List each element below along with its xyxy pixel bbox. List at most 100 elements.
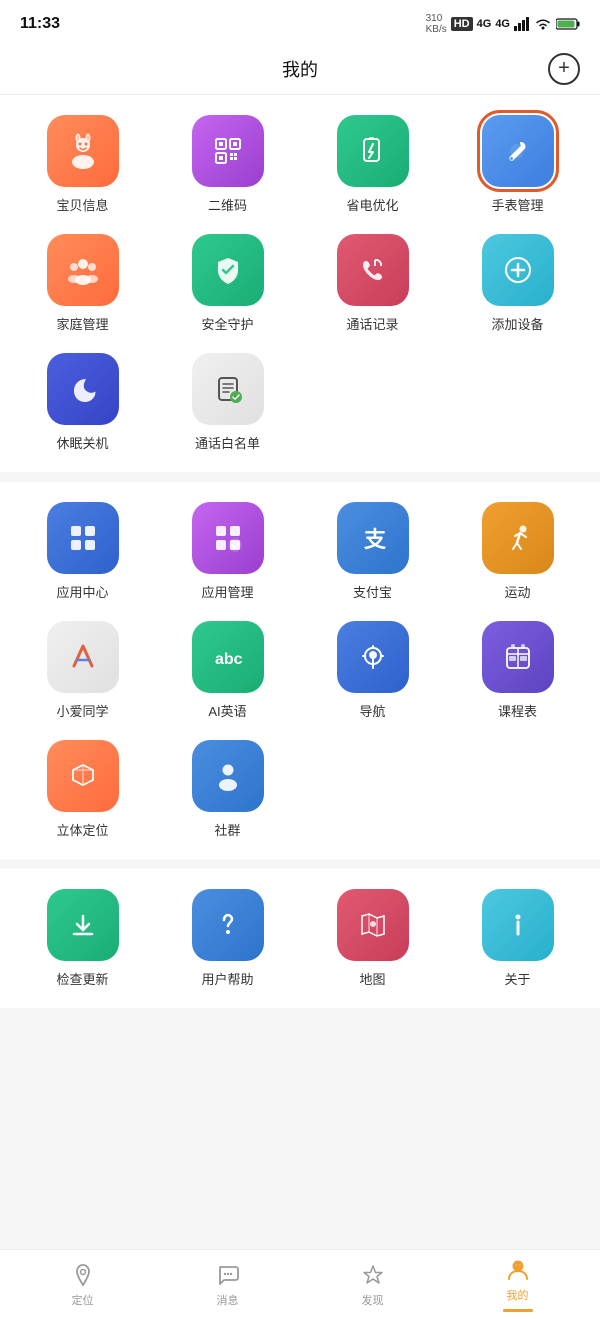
app-baby-info[interactable]: 宝贝信息 [15, 115, 150, 214]
icon-call-record [337, 234, 409, 306]
label-map: 地图 [359, 969, 385, 988]
label-location3d: 立体定位 [56, 820, 108, 839]
nav-message[interactable]: 消息 [155, 1262, 300, 1308]
app-family-manage[interactable]: 家庭管理 [15, 234, 150, 333]
label-alipay: 支付宝 [353, 582, 392, 601]
4g-icon1: 4G [477, 18, 492, 30]
app-user-help[interactable]: 用户帮助 [160, 889, 295, 988]
app-safe-guard[interactable]: 安全守护 [160, 234, 295, 333]
app-about[interactable]: 关于 [450, 889, 585, 988]
app-location3d[interactable]: 立体定位 [15, 740, 150, 839]
label-user-help: 用户帮助 [201, 969, 253, 988]
app-grid-3: 检查更新 用户帮助 [15, 889, 585, 988]
app-battery-save[interactable]: 省电优化 [305, 115, 440, 214]
label-call-whitelist: 通话白名单 [195, 433, 260, 452]
label-baby-info: 宝贝信息 [56, 195, 108, 214]
section-3: 检查更新 用户帮助 [0, 869, 600, 1008]
app-sport[interactable]: 运动 [450, 502, 585, 601]
page-header: 我的 + [0, 44, 600, 95]
status-time: 11:33 [20, 15, 60, 33]
label-xiaoi: 小爱同学 [56, 701, 108, 720]
hd-icon: HD [451, 17, 473, 31]
battery-icon [556, 17, 580, 31]
app-community[interactable]: 社群 [160, 740, 295, 839]
plus-icon: + [558, 58, 570, 78]
label-ai-english: AI英语 [208, 701, 246, 720]
nav-location[interactable]: 定位 [10, 1262, 155, 1308]
app-schedule[interactable]: 课程表 [450, 621, 585, 720]
app-grid-2: 应用中心 应用管理 [15, 502, 585, 839]
status-icons: 310KB/s HD 4G 4G [426, 13, 580, 35]
signal-icon [514, 17, 530, 31]
label-about: 关于 [504, 969, 530, 988]
icon-community [192, 740, 264, 812]
network-speed: 310KB/s [426, 13, 447, 35]
icon-app-manage [192, 502, 264, 574]
nav-discover[interactable]: 发现 [300, 1262, 445, 1308]
app-app-store[interactable]: 应用中心 [15, 502, 150, 601]
label-sport: 运动 [504, 582, 530, 601]
app-ai-english[interactable]: abc AI英语 [160, 621, 295, 720]
label-check-update: 检查更新 [56, 969, 108, 988]
icon-battery-save [337, 115, 409, 187]
icon-ai-english: abc [192, 621, 264, 693]
app-qrcode[interactable]: 二维码 [160, 115, 295, 214]
app-map[interactable]: 地图 [305, 889, 440, 988]
label-safe-guard: 安全守护 [201, 314, 253, 333]
label-add-device: 添加设备 [491, 314, 543, 333]
app-call-whitelist[interactable]: 通话白名单 [160, 353, 295, 452]
icon-check-update [47, 889, 119, 961]
wifi-icon [534, 17, 552, 31]
icon-map [337, 889, 409, 961]
svg-text:支: 支 [364, 527, 387, 552]
icon-schedule [482, 621, 554, 693]
bottom-nav: 定位 消息 发现 [0, 1249, 600, 1319]
app-grid-1: 宝贝信息 [15, 115, 585, 452]
nav-mine-label: 我的 [507, 1287, 529, 1303]
page-title: 我的 [282, 56, 318, 82]
app-app-manage[interactable]: 应用管理 [160, 502, 295, 601]
label-watch-manage: 手表管理 [491, 195, 543, 214]
label-sleep-off: 休眠关机 [56, 433, 108, 452]
icon-qrcode [192, 115, 264, 187]
app-alipay[interactable]: 支 支付宝 [305, 502, 440, 601]
nav-mine[interactable]: 我的 [445, 1257, 590, 1312]
icon-watch-manage [482, 115, 554, 187]
label-schedule: 课程表 [498, 701, 537, 720]
icon-location3d [47, 740, 119, 812]
nav-mine-icon [505, 1257, 531, 1283]
app-sleep-off[interactable]: 休眠关机 [15, 353, 150, 452]
nav-location-icon [70, 1262, 96, 1288]
icon-call-whitelist [192, 353, 264, 425]
add-button[interactable]: + [548, 53, 580, 85]
icon-sleep-off [47, 353, 119, 425]
nav-discover-icon [360, 1262, 386, 1288]
app-watch-manage[interactable]: 手表管理 [450, 115, 585, 214]
section-1: 宝贝信息 [0, 95, 600, 472]
app-xiaoi[interactable]: 小爱同学 [15, 621, 150, 720]
label-qrcode: 二维码 [208, 195, 247, 214]
icon-sport [482, 502, 554, 574]
icon-family-manage [47, 234, 119, 306]
icon-baby-info [47, 115, 119, 187]
nav-message-label: 消息 [217, 1292, 239, 1308]
app-check-update[interactable]: 检查更新 [15, 889, 150, 988]
icon-alipay: 支 [337, 502, 409, 574]
icon-app-store [47, 502, 119, 574]
status-bar: 11:33 310KB/s HD 4G 4G [0, 0, 600, 44]
nav-mine-indicator [503, 1309, 533, 1312]
icon-about [482, 889, 554, 961]
app-add-device[interactable]: 添加设备 [450, 234, 585, 333]
app-navigation[interactable]: 导航 [305, 621, 440, 720]
label-family-manage: 家庭管理 [56, 314, 108, 333]
icon-xiaoi [47, 621, 119, 693]
label-app-manage: 应用管理 [201, 582, 253, 601]
icon-navigation [337, 621, 409, 693]
app-call-record[interactable]: 通话记录 [305, 234, 440, 333]
4g-icon2: 4G [495, 18, 510, 30]
label-battery-save: 省电优化 [346, 195, 398, 214]
section-2: 应用中心 应用管理 [0, 482, 600, 859]
svg-text:abc: abc [215, 651, 243, 668]
nav-discover-label: 发现 [362, 1292, 384, 1308]
label-app-store: 应用中心 [56, 582, 108, 601]
